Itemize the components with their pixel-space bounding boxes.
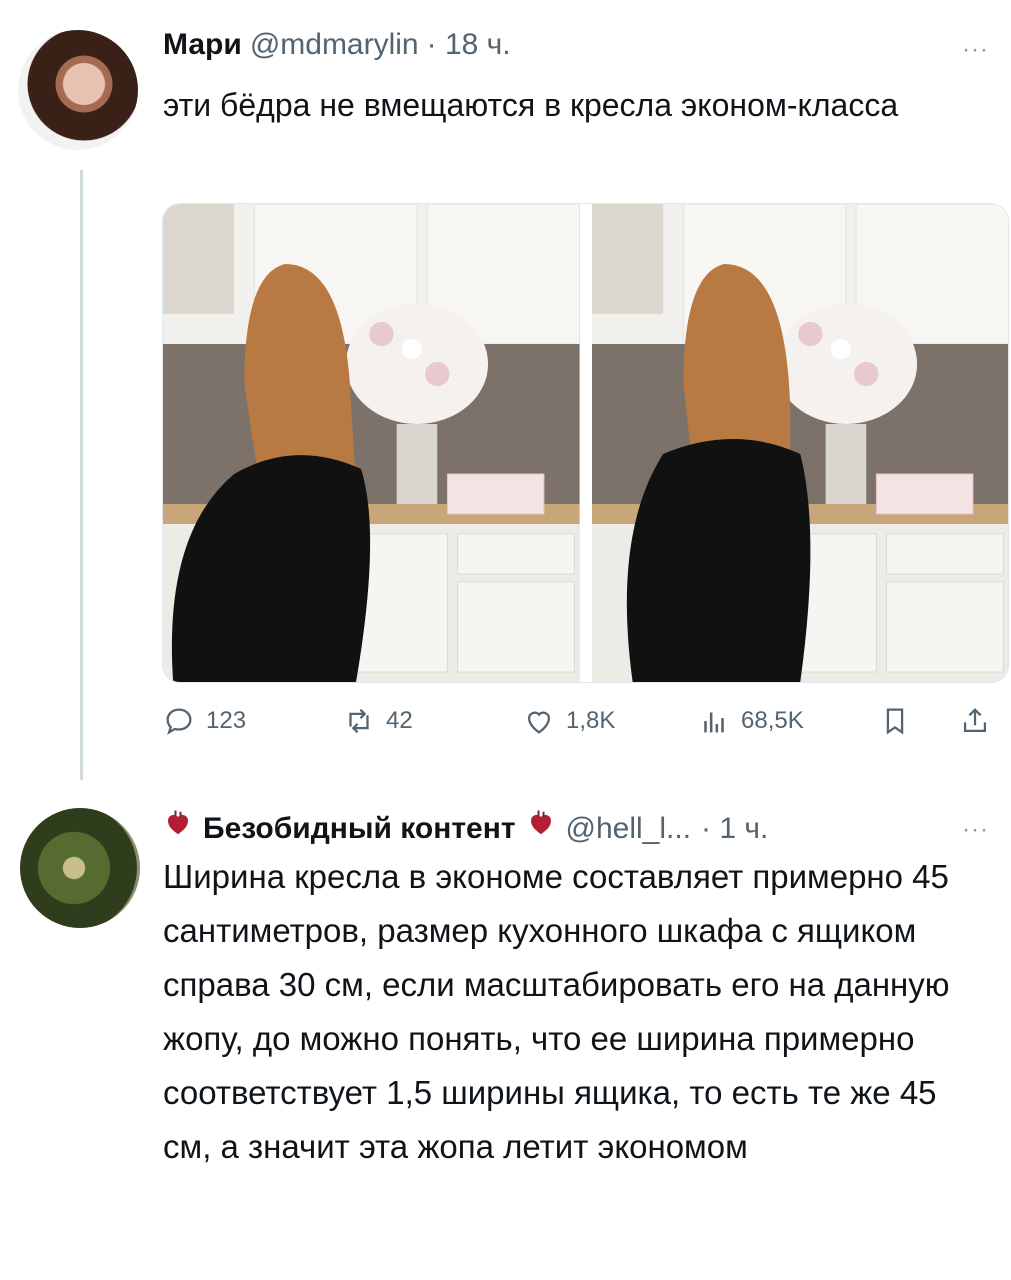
tweet-text: эти бёдра не вмещаются в кресла эконом-к… [163,87,899,123]
thread-line [80,170,83,780]
share-icon [963,708,987,733]
views-count: 68,5K [741,707,804,734]
tweet-media[interactable] [162,203,1009,683]
author-handle[interactable]: @hell_l... [566,812,692,846]
reply-text: Ширина кресла в экономе составляет приме… [163,858,950,1165]
views-icon [704,712,724,733]
more-options-icon[interactable]: ··· [962,816,989,844]
bookmark-icon [886,708,904,735]
author-handle[interactable]: @mdmarylin [250,28,419,62]
retweet-icon [349,708,369,734]
views-button[interactable]: 68,5K [697,704,804,738]
anatomical-heart-icon [530,810,551,835]
bookmark-button[interactable] [878,704,912,738]
author-name[interactable]: Мари [163,28,242,62]
anatomical-heart-icon [168,810,188,835]
reply-icon [166,708,192,735]
avatar[interactable] [20,808,140,928]
kitchen-photo [591,204,1008,682]
like-count: 1,8K [566,707,616,734]
retweet-button[interactable]: 42 [342,704,413,738]
kitchen-photo [163,204,580,682]
tweet-header: Мари @mdmarylin · 18 ч. [163,28,511,62]
like-button[interactable]: 1,8K [522,704,615,738]
share-button[interactable] [958,704,992,738]
reply-header: Безобидный контент @hell_l... · 1 ч. [163,808,768,846]
reply-time[interactable]: · 1 ч. [701,812,768,846]
retweet-count: 42 [386,707,413,734]
avatar[interactable] [18,30,138,150]
tweet-actions: 123 42 1,8K 68,5K [162,704,1007,748]
tweet-time[interactable]: · 18 ч. [427,28,511,62]
author-name[interactable]: Безобидный контент [203,812,516,846]
reply-button[interactable]: 123 [162,704,246,738]
like-icon [527,711,551,734]
more-options-icon[interactable]: ··· [962,36,989,64]
reply-count: 123 [206,707,247,734]
tweet-photo[interactable] [163,204,580,682]
tweet-photo[interactable] [591,204,1008,682]
